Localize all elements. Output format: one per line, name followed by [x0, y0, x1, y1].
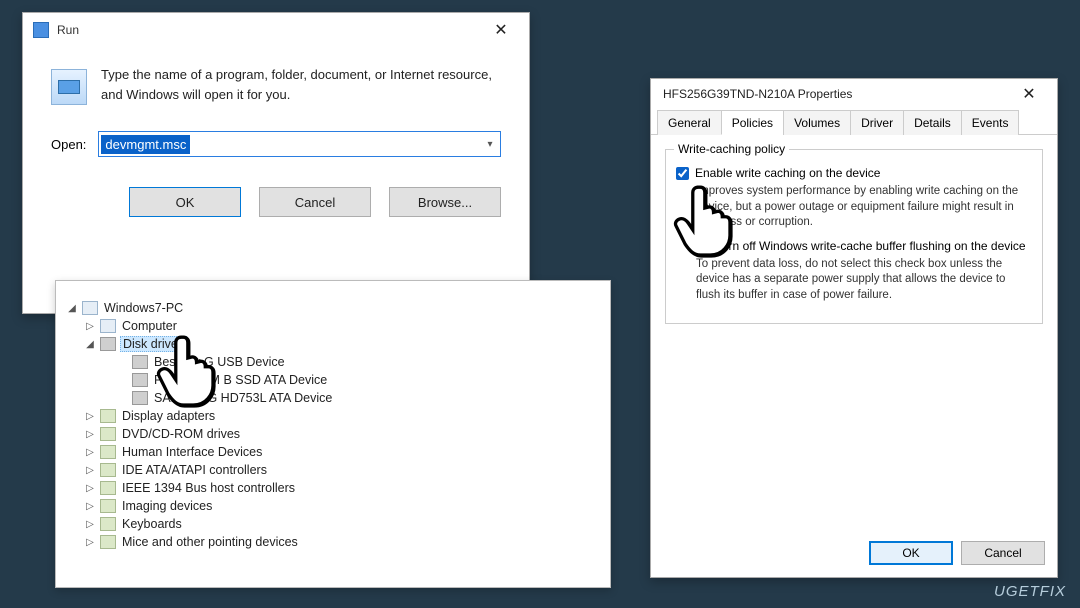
run-large-icon [51, 69, 87, 105]
tab-general[interactable]: General [657, 110, 722, 135]
device-icon [100, 427, 116, 441]
enable-write-caching-description: Improves system performance by enabling … [696, 184, 1032, 231]
device-icon [100, 445, 116, 459]
tree-node-ieee[interactable]: ▷ IEEE 1394 Bus host controllers [84, 479, 600, 497]
tree-node-keyboards[interactable]: ▷ Keyboards [84, 515, 600, 533]
tree-node-ide[interactable]: ▷ IDE ATA/ATAPI controllers [84, 461, 600, 479]
ok-button[interactable]: OK [869, 541, 953, 565]
tree-label: Mice and other pointing devices [120, 535, 300, 549]
device-icon [100, 517, 116, 531]
disk-icon [132, 391, 148, 405]
properties-dialog: HFS256G39TND-N210A Properties ✕ General … [650, 78, 1058, 578]
expand-icon[interactable]: ▷ [84, 465, 96, 476]
checkbox-input[interactable] [696, 240, 709, 253]
tree-label: SAMSUNG HD753L ATA Device [152, 391, 334, 405]
tree-label: Windows7-PC [102, 301, 185, 315]
device-icon [100, 499, 116, 513]
enable-write-caching-checkbox[interactable]: Enable write caching on the device [676, 166, 1032, 180]
open-combobox[interactable]: devmgmt.msc ▾ [98, 131, 501, 157]
write-caching-groupbox: Write-caching policy Enable write cachin… [665, 149, 1043, 324]
disk-icon [132, 373, 148, 387]
expand-icon[interactable]: ▷ [84, 429, 96, 440]
device-icon [100, 535, 116, 549]
tree-label: BestBuy G USB Device [152, 355, 287, 369]
tab-events[interactable]: Events [961, 110, 1020, 135]
tree-label: Display adapters [120, 409, 217, 423]
run-dialog: Run ✕ Type the name of a program, folder… [22, 12, 530, 314]
open-value: devmgmt.msc [101, 135, 190, 154]
tree-node-computer[interactable]: ▷ Computer [84, 317, 600, 335]
expand-icon[interactable]: ▷ [84, 537, 96, 548]
collapse-icon[interactable]: ◢ [84, 339, 96, 350]
cancel-button[interactable]: Cancel [961, 541, 1045, 565]
turnoff-flush-description: To prevent data loss, do not select this… [696, 257, 1032, 304]
device-icon [100, 481, 116, 495]
tree-label: IEEE 1394 Bus host controllers [120, 481, 297, 495]
chevron-down-icon[interactable]: ▾ [480, 132, 500, 156]
tree-label: PATRIOT M B SSD ATA Device [152, 373, 329, 387]
tree-label: Imaging devices [120, 499, 214, 513]
tab-bar: General Policies Volumes Driver Details … [651, 109, 1057, 135]
device-manager-panel: ◢ Windows7-PC ▷ Computer ◢ Disk drives Bes… [55, 280, 611, 588]
tab-details[interactable]: Details [903, 110, 962, 135]
tree-node-disk[interactable]: SAMSUNG HD753L ATA Device [102, 389, 600, 407]
open-label: Open: [51, 137, 86, 152]
tree-node-imaging[interactable]: ▷ Imaging devices [84, 497, 600, 515]
turnoff-flush-checkbox[interactable]: Turn off Windows write-cache buffer flus… [696, 239, 1032, 253]
groupbox-legend: Write-caching policy [674, 142, 789, 156]
tree-label: DVD/CD-ROM drives [120, 427, 242, 441]
computer-icon [82, 301, 98, 315]
tree-label: Computer [120, 319, 179, 333]
tree-root[interactable]: ◢ Windows7-PC [66, 299, 600, 317]
close-icon[interactable]: ✕ [1009, 81, 1049, 107]
tree-label: IDE ATA/ATAPI controllers [120, 463, 269, 477]
tab-volumes[interactable]: Volumes [783, 110, 851, 135]
checkbox-label: Turn off Windows write-cache buffer flus… [715, 239, 1026, 253]
tree-node-dvd[interactable]: ▷ DVD/CD-ROM drives [84, 425, 600, 443]
expand-icon[interactable]: ▷ [84, 321, 96, 332]
disk-icon [100, 337, 116, 351]
browse-button[interactable]: Browse... [389, 187, 501, 217]
cancel-button[interactable]: Cancel [259, 187, 371, 217]
checkbox-label: Enable write caching on the device [695, 166, 880, 180]
tree-label: Disk drives [120, 336, 187, 352]
expand-icon[interactable]: ▷ [84, 501, 96, 512]
checkbox-input[interactable] [676, 167, 689, 180]
ok-button[interactable]: OK [129, 187, 241, 217]
close-icon[interactable]: ✕ [481, 15, 521, 45]
collapse-icon[interactable]: ◢ [66, 303, 78, 314]
tree-label: Human Interface Devices [120, 445, 264, 459]
device-icon [100, 409, 116, 423]
computer-icon [100, 319, 116, 333]
tree-label: Keyboards [120, 517, 184, 531]
tree-node-disk-drives[interactable]: ◢ Disk drives [84, 335, 600, 353]
run-title-text: Run [57, 23, 79, 37]
expand-icon[interactable]: ▷ [84, 447, 96, 458]
watermark: UGETFIX [994, 583, 1066, 600]
expand-icon[interactable]: ▷ [84, 519, 96, 530]
expand-icon[interactable]: ▷ [84, 483, 96, 494]
tree-node-display[interactable]: ▷ Display adapters [84, 407, 600, 425]
device-tree[interactable]: ◢ Windows7-PC ▷ Computer ◢ Disk drives Bes… [66, 299, 600, 551]
device-icon [100, 463, 116, 477]
tab-policies[interactable]: Policies [721, 110, 784, 135]
expand-icon[interactable]: ▷ [84, 411, 96, 422]
run-description: Type the name of a program, folder, docu… [101, 65, 501, 105]
tab-driver[interactable]: Driver [850, 110, 904, 135]
disk-icon [132, 355, 148, 369]
tree-node-disk[interactable]: BestBuy G USB Device [102, 353, 600, 371]
run-titlebar[interactable]: Run ✕ [23, 13, 529, 47]
tree-node-mice[interactable]: ▷ Mice and other pointing devices [84, 533, 600, 551]
tree-node-hid[interactable]: ▷ Human Interface Devices [84, 443, 600, 461]
properties-title-text: HFS256G39TND-N210A Properties [663, 87, 852, 101]
run-app-icon [33, 22, 49, 38]
tree-node-disk[interactable]: PATRIOT M B SSD ATA Device [102, 371, 600, 389]
properties-titlebar[interactable]: HFS256G39TND-N210A Properties ✕ [651, 79, 1057, 109]
